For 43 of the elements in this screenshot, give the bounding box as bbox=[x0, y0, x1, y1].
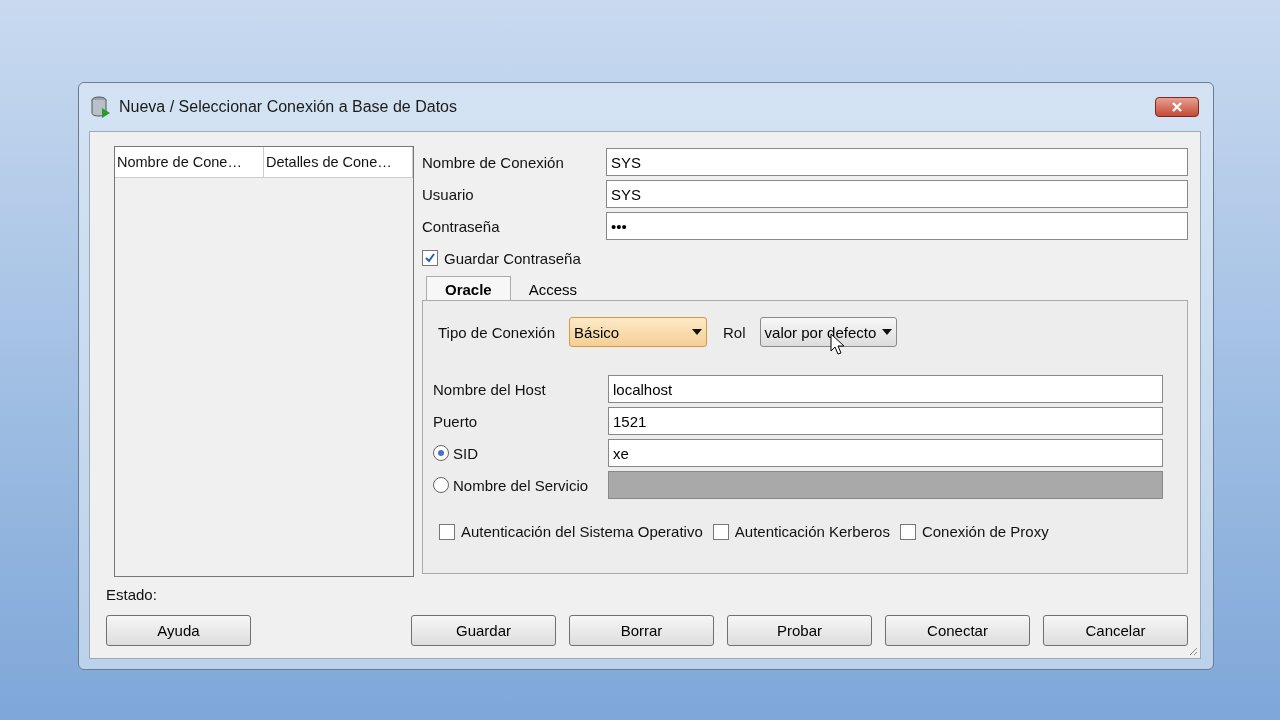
database-icon bbox=[91, 96, 111, 118]
checkbox[interactable] bbox=[439, 523, 455, 540]
field-label: Nombre de Conexión bbox=[422, 153, 565, 171]
dialog-button[interactable]: Borrar bbox=[569, 615, 714, 646]
dialog-button[interactable]: Guardar bbox=[411, 615, 556, 646]
close-button[interactable] bbox=[1155, 97, 1199, 117]
dropdown[interactable]: Básico bbox=[569, 317, 708, 347]
input-field[interactable]: 1521 bbox=[608, 407, 1163, 435]
help-button[interactable]: Ayuda bbox=[106, 615, 251, 646]
radio-button[interactable] bbox=[433, 445, 449, 461]
input-field[interactable]: SYS bbox=[606, 180, 1188, 208]
window-title: Nueva / Seleccionar Conexión a Base de Datos bbox=[119, 98, 458, 116]
dropdown[interactable]: valor por defecto bbox=[759, 317, 898, 347]
input-field[interactable]: ••• bbox=[606, 212, 1188, 240]
input-field[interactable]: xe bbox=[608, 439, 1163, 467]
dialog-button[interactable]: Conectar bbox=[885, 615, 1030, 646]
checkbox-label: Guardar Contraseña bbox=[444, 249, 581, 267]
field-label: Tipo de Conexión bbox=[438, 323, 556, 341]
checkbox-label: Autenticación Kerberos bbox=[734, 523, 890, 540]
column-header[interactable]: Detalles de Cone… bbox=[264, 147, 413, 177]
field-label: Puerto bbox=[433, 412, 478, 430]
field-label: Contraseña bbox=[422, 217, 501, 235]
input-field[interactable]: SYS bbox=[606, 148, 1188, 176]
field-label: Nombre del Servicio bbox=[453, 476, 589, 494]
resize-grip-icon bbox=[1188, 646, 1198, 656]
dialog-button[interactable]: Cancelar bbox=[1043, 615, 1188, 646]
dialog-button[interactable]: Probar bbox=[727, 615, 872, 646]
field-label: Nombre del Host bbox=[433, 380, 546, 398]
close-icon bbox=[1171, 101, 1183, 113]
checkbox[interactable] bbox=[899, 523, 916, 540]
input-field[interactable]: localhost bbox=[608, 375, 1163, 403]
connection-list[interactable]: Nombre de Cone… Detalles de Cone… bbox=[114, 146, 414, 577]
field-label: SID bbox=[453, 444, 478, 462]
field-label: Rol bbox=[723, 323, 746, 341]
checkbox-label: Conexión de Proxy bbox=[921, 523, 1049, 540]
field-label: Usuario bbox=[422, 185, 475, 203]
tab[interactable]: Oracle bbox=[426, 276, 511, 300]
checkbox-label: Autenticación del Sistema Operativo bbox=[461, 523, 703, 540]
status-label: Estado: bbox=[106, 585, 158, 605]
tab[interactable]: Access bbox=[510, 276, 596, 300]
checkbox[interactable] bbox=[712, 523, 729, 540]
column-header[interactable]: Nombre de Cone… bbox=[115, 147, 264, 177]
checkbox[interactable] bbox=[422, 250, 438, 266]
